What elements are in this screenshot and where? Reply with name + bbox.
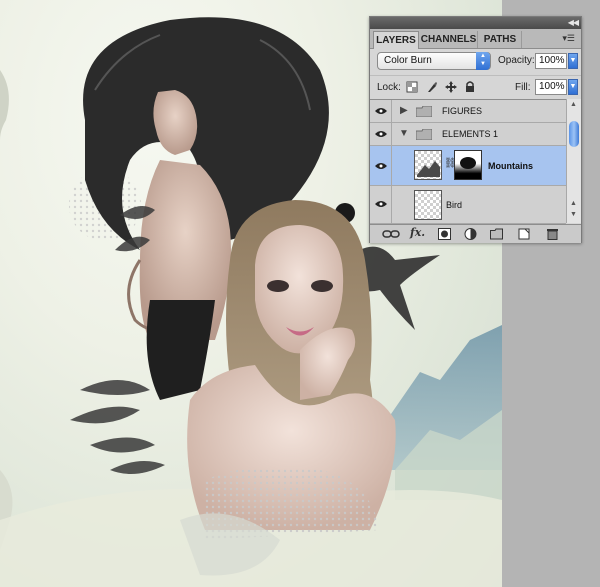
opacity-input[interactable]: 100% [535,53,567,69]
tab-layers[interactable]: LAYERS [373,31,419,49]
mountain-thumbnail-icon [417,161,440,177]
layer-thumbnail [414,190,442,220]
layer-row-figures[interactable]: ▶ FIGURES [370,100,566,123]
layer-row-mountains[interactable]: ⛓ Mountains [370,146,566,186]
double-arrow-icon[interactable]: ◀◀ [568,17,579,29]
mask-shape-icon [460,157,476,169]
fill-input[interactable]: 100% [535,79,567,95]
tab-channels[interactable]: CHANNELS [420,31,478,48]
layer-thumbnail [414,150,442,180]
layer-name: FIGURES [442,106,483,116]
adjustment-icon[interactable] [464,228,477,240]
lock-label: Lock: [377,82,401,93]
blend-mode-value: Color Burn [384,55,432,66]
layer-row-elements-1[interactable]: ▼ ELEMENTS 1 [370,123,566,146]
fill-dropdown-arrow-icon[interactable]: ▼ [568,79,578,95]
layer-name: Bird [446,200,463,210]
panel-titlebar[interactable]: ◀◀ [370,17,581,29]
visibility-toggle[interactable] [370,186,392,223]
folder-icon [416,129,432,140]
fx-icon[interactable]: fx. [410,226,425,239]
eye-icon [375,108,387,114]
lock-all-icon[interactable] [464,81,476,93]
trash-icon[interactable] [546,228,559,240]
visibility-toggle[interactable] [370,100,392,122]
mask-icon[interactable] [438,228,451,240]
panel-menu-icon[interactable]: ▾☰ [562,32,575,44]
visibility-toggle[interactable] [370,146,392,185]
scroll-up-arrow-icon[interactable]: ▲ [570,101,577,108]
left-ornament [0,70,9,140]
scroll-up-arrow-icon[interactable]: ▲ [570,200,577,207]
folder-icon [416,106,432,117]
eye-icon [375,163,387,169]
stepper-arrows-icon: ▲ ▼ [476,52,490,70]
panel-tabs: LAYERS CHANNELS PATHS ▾☰ [370,29,581,49]
layer-name: Mountains [488,161,533,171]
disclosure-triangle-collapsed-icon[interactable]: ▶ [400,105,408,116]
lock-transparent-pixels-icon[interactable] [406,81,418,93]
layer-row-bird[interactable]: Bird [370,186,566,224]
layers-bottom-toolbar: fx. [370,224,581,243]
new-layer-icon[interactable] [518,228,531,240]
eye-icon [375,131,387,137]
layer-name: ELEMENTS 1 [442,129,499,139]
lock-image-pixels-icon[interactable] [426,81,438,93]
blend-mode-select[interactable]: Color Burn ▲ ▼ [377,52,491,70]
layers-scrollbar[interactable]: ▲ ▲ ▼ [566,99,581,223]
eye-icon [375,201,387,207]
tab-paths[interactable]: PATHS [479,31,522,48]
layers-panel: ◀◀ LAYERS CHANNELS PATHS ▾☰ Color Burn ▲… [369,16,582,243]
scroll-thumb[interactable] [569,121,579,147]
visibility-toggle[interactable] [370,123,392,145]
link-icon[interactable] [382,228,400,240]
opacity-dropdown-arrow-icon[interactable]: ▼ [568,53,578,69]
layer-mask-thumbnail[interactable] [454,150,482,180]
folder-icon[interactable] [490,228,503,240]
fill-label: Fill: [515,82,531,93]
layers-list: ▶ FIGURES ▼ ELEMENTS 1 ⛓ Mountains Bird [370,99,566,224]
disclosure-triangle-expanded-icon[interactable]: ▼ [399,128,409,139]
lock-position-icon[interactable] [445,81,457,93]
scroll-down-arrow-icon[interactable]: ▼ [570,211,577,218]
opacity-label: Opacity: [498,55,535,66]
